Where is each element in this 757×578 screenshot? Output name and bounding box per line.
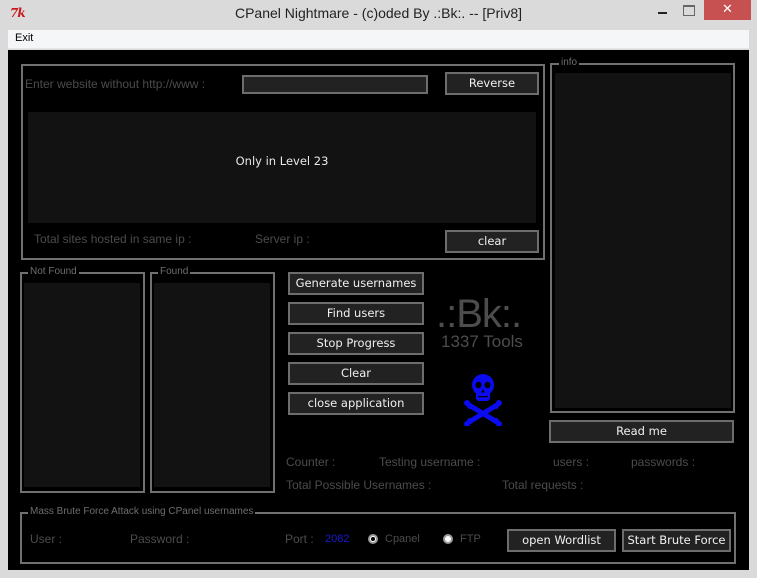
- info-textbox[interactable]: [555, 73, 731, 408]
- server-ip-label: Server ip :: [255, 232, 310, 246]
- port-label: Port :: [285, 532, 314, 546]
- start-brute-force-button[interactable]: Start Brute Force: [622, 529, 731, 552]
- passwords-label: passwords :: [631, 455, 696, 469]
- window-title: CPanel Nightmare - (c)oded By .:Bk:. -- …: [234, 5, 523, 21]
- cpanel-radio[interactable]: [368, 534, 378, 544]
- skull-crossbones-icon: [464, 374, 502, 426]
- minimize-button[interactable]: [650, 0, 675, 20]
- reverse-button[interactable]: Reverse: [445, 72, 539, 95]
- not-found-label: Not Found: [28, 266, 79, 278]
- close-window-button[interactable]: ✕: [704, 0, 751, 20]
- title-bar[interactable]: 7k CPanel Nightmare - (c)oded By .:Bk:. …: [0, 0, 757, 30]
- generate-usernames-button[interactable]: Generate usernames: [288, 272, 424, 295]
- total-sites-label: Total sites hosted in same ip :: [34, 232, 192, 246]
- ftp-radio[interactable]: [443, 534, 453, 544]
- user-label: User :: [30, 532, 63, 546]
- app-window: 7k CPanel Nightmare - (c)oded By .:Bk:. …: [0, 0, 757, 578]
- clear-reverse-button[interactable]: clear: [445, 230, 539, 253]
- tools-subtitle: 1337 Tools: [441, 332, 523, 351]
- maximize-button[interactable]: [676, 0, 702, 20]
- find-users-button[interactable]: Find users: [288, 302, 424, 325]
- main-area: Enter website without http://www : Rever…: [8, 50, 749, 570]
- counter-label: Counter :: [286, 455, 336, 469]
- total-possible-usernames-label: Total Possible Usernames :: [286, 478, 432, 492]
- found-label: Found: [158, 266, 191, 278]
- menu-exit[interactable]: Exit: [15, 32, 33, 44]
- reverse-output-text: Only in Level 23: [235, 154, 329, 168]
- clear-lists-button[interactable]: Clear: [288, 362, 424, 385]
- close-icon: ✕: [722, 2, 733, 17]
- found-list[interactable]: [154, 283, 270, 487]
- website-input[interactable]: [242, 75, 428, 94]
- reverse-output-panel: Only in Level 23: [28, 112, 536, 223]
- ftp-radio-label[interactable]: FTP: [460, 533, 481, 545]
- users-label: users :: [553, 455, 590, 469]
- port-value: 2082: [325, 533, 350, 545]
- stop-progress-button[interactable]: Stop Progress: [288, 332, 424, 355]
- cpanel-radio-label[interactable]: Cpanel: [385, 533, 420, 545]
- read-me-button[interactable]: Read me: [549, 420, 734, 443]
- not-found-list[interactable]: [24, 283, 140, 487]
- bk-logo-text: .:Bk:.: [436, 292, 522, 336]
- menu-bar: Exit: [8, 30, 749, 49]
- brute-force-frame-label: Mass Brute Force Attack using CPanel use…: [28, 506, 256, 518]
- total-requests-label: Total requests :: [502, 478, 584, 492]
- close-application-button[interactable]: close application: [288, 392, 424, 415]
- password-label: Password :: [130, 532, 190, 546]
- website-prompt-label: Enter website without http://www :: [25, 77, 206, 91]
- open-wordlist-button[interactable]: open Wordlist: [507, 529, 616, 552]
- testing-username-label: Testing username :: [379, 455, 481, 469]
- info-frame-label: info: [559, 57, 580, 69]
